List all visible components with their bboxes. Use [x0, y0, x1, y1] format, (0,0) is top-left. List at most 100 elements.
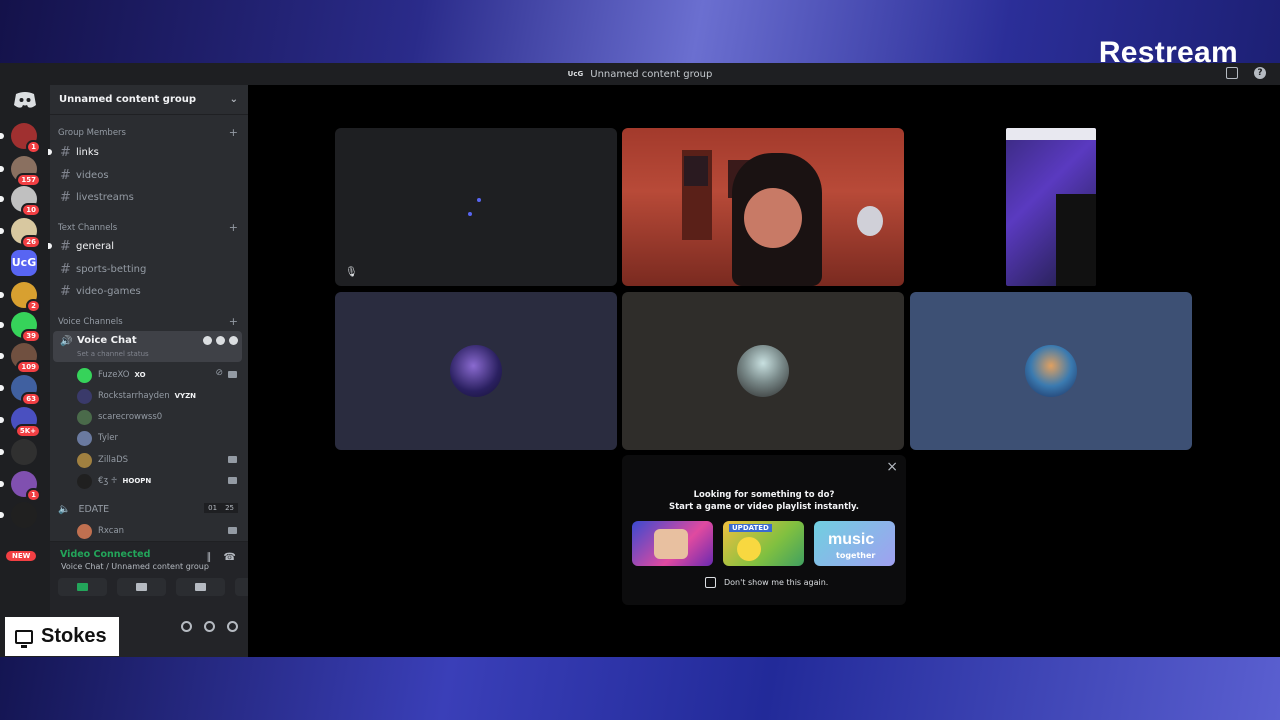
settings-icon[interactable] — [229, 336, 238, 345]
hash-icon: # — [60, 238, 71, 254]
server-icon[interactable]: 26 — [0, 218, 41, 249]
video-tile-loading[interactable]: 🎙 — [335, 128, 617, 286]
game-character — [654, 529, 688, 559]
user-settings-icon[interactable] — [227, 621, 238, 632]
server-icon[interactable] — [0, 439, 37, 465]
server-icon[interactable] — [0, 502, 37, 528]
hash-icon: # — [60, 283, 71, 299]
voice-member[interactable]: ZillaDS — [77, 450, 237, 470]
category-text-channels[interactable]: Text Channels + — [58, 222, 238, 233]
voice-member[interactable]: Rockstarrhayden VYZN — [77, 386, 237, 406]
screen-share-button[interactable] — [117, 578, 166, 596]
duck-character — [737, 537, 761, 561]
unread-pip — [0, 196, 4, 202]
channel-general[interactable]: # general — [48, 236, 238, 256]
help-icon[interactable]: ? — [1254, 67, 1266, 79]
add-channel-icon[interactable]: + — [229, 316, 238, 327]
server-icon[interactable]: UcG — [11, 250, 37, 276]
channel-videos[interactable]: # videos — [58, 165, 238, 185]
server-rail: 1 157 10 26 UcG 2 39 109 63 5K+ 1 NEW — [0, 85, 50, 657]
voice-member[interactable]: €ʒ ♱ HOOPN — [77, 471, 237, 491]
noise-suppression-icon[interactable]: ∥ — [207, 552, 212, 563]
video-tile-webcam[interactable] — [622, 128, 904, 286]
activity-tile-farm[interactable]: UPDATED — [723, 521, 804, 566]
server-icon[interactable]: 39 — [0, 312, 41, 343]
mention-badge: 39 — [21, 329, 41, 343]
server-icon[interactable]: 5K+ — [0, 407, 41, 438]
set-channel-status[interactable]: Set a channel status — [77, 350, 149, 358]
server-icon[interactable]: 109 — [0, 343, 41, 374]
member-name: €ʒ ♱ — [98, 476, 118, 486]
clan-tag: VYZN — [174, 392, 197, 400]
server-icon[interactable]: 2 — [0, 282, 41, 313]
avatar — [77, 367, 92, 383]
dont-show-again[interactable]: Don't show me this again. — [705, 577, 828, 588]
mention-badge: 63 — [21, 392, 41, 406]
add-channel-icon[interactable]: + — [229, 222, 238, 233]
new-badge[interactable]: NEW — [6, 551, 37, 561]
server-icon[interactable]: 1 — [0, 123, 41, 154]
discord-window: UcG Unnamed content group ? 1 157 10 26 UcG 2… — [0, 63, 1280, 657]
camera-button[interactable] — [58, 578, 107, 596]
camera-icon — [228, 371, 237, 378]
avatar — [77, 430, 92, 446]
invite-icon[interactable] — [216, 336, 225, 345]
server-icon[interactable]: 63 — [0, 375, 41, 406]
voice-channel-edate[interactable]: 🔈 EDATE 01 25 — [58, 499, 238, 519]
checkbox[interactable] — [705, 577, 716, 588]
category-group-members[interactable]: Group Members + — [58, 127, 238, 138]
voice-connection-panel: Video Connected Voice Chat / Unnamed con… — [50, 541, 284, 597]
avatar — [77, 452, 92, 468]
connection-location[interactable]: Voice Chat / Unnamed content group — [61, 562, 209, 571]
video-tile-portrait[interactable] — [1006, 128, 1096, 286]
voice-member[interactable]: FuzeXO XO ⊘ — [77, 365, 237, 385]
video-tile-avatar[interactable] — [910, 292, 1192, 450]
add-channel-icon[interactable]: + — [229, 127, 238, 138]
voice-member[interactable]: Rxcan — [77, 521, 237, 541]
user-count: 25 — [221, 503, 238, 513]
disconnect-icon[interactable]: ☎ — [224, 552, 236, 563]
activity-tile-music[interactable]: music together — [814, 521, 895, 566]
activities-button[interactable] — [176, 578, 225, 596]
avatar — [1025, 345, 1077, 397]
microphone-icon[interactable] — [181, 621, 192, 632]
chat-icon[interactable] — [203, 336, 212, 345]
screen-share-icon — [136, 583, 147, 591]
channel-label: videos — [76, 169, 109, 181]
voice-channel-voice-chat[interactable]: 🔊 Voice Chat Set a channel status — [53, 331, 242, 362]
server-icon[interactable]: 1 — [0, 471, 41, 502]
mic-muted-icon: ⊘ — [215, 368, 223, 378]
channel-video-games[interactable]: # video-games — [58, 281, 238, 301]
discord-home-icon[interactable] — [13, 91, 37, 109]
inbox-icon[interactable] — [1226, 67, 1238, 79]
category-voice-channels[interactable]: Voice Channels + — [58, 316, 238, 327]
voice-member[interactable]: Tyler — [77, 428, 237, 448]
guild-header[interactable]: Unnamed content group ⌄ — [50, 85, 248, 115]
voice-member[interactable]: scarecrowwss0 — [77, 407, 237, 427]
video-tile-avatar[interactable] — [335, 292, 617, 450]
channel-label: livestreams — [76, 191, 134, 203]
unread-pip — [0, 353, 4, 359]
music-sub: together — [836, 551, 876, 560]
mention-badge: 10 — [21, 203, 41, 217]
hash-icon: # — [60, 189, 71, 205]
video-stage: 🎙 × Looking for something to do? Start a… — [248, 85, 1280, 657]
loading-dot — [477, 198, 481, 202]
clan-tag: HOOPN — [122, 477, 152, 485]
activity-tile-game[interactable] — [632, 521, 713, 566]
video-tile-avatar[interactable] — [622, 292, 904, 450]
activity-suggestion-card: × Looking for something to do? Start a g… — [622, 455, 906, 605]
avatar — [450, 345, 502, 397]
close-icon[interactable]: × — [886, 459, 898, 475]
channel-links[interactable]: # links — [48, 142, 238, 162]
headphones-icon[interactable] — [204, 621, 215, 632]
channel-sports-betting[interactable]: # sports-betting — [58, 259, 238, 279]
speaker-icon: 🔈 — [58, 503, 71, 515]
server-icon[interactable]: 157 — [0, 156, 41, 187]
streamer-name-overlay: Stokes — [5, 617, 119, 656]
channel-livestreams[interactable]: # livestreams — [58, 187, 238, 207]
member-name: FuzeXO — [98, 370, 130, 380]
mention-badge: 26 — [21, 235, 41, 249]
window-title: Unnamed content group — [590, 68, 713, 80]
server-icon[interactable]: 10 — [0, 186, 41, 217]
